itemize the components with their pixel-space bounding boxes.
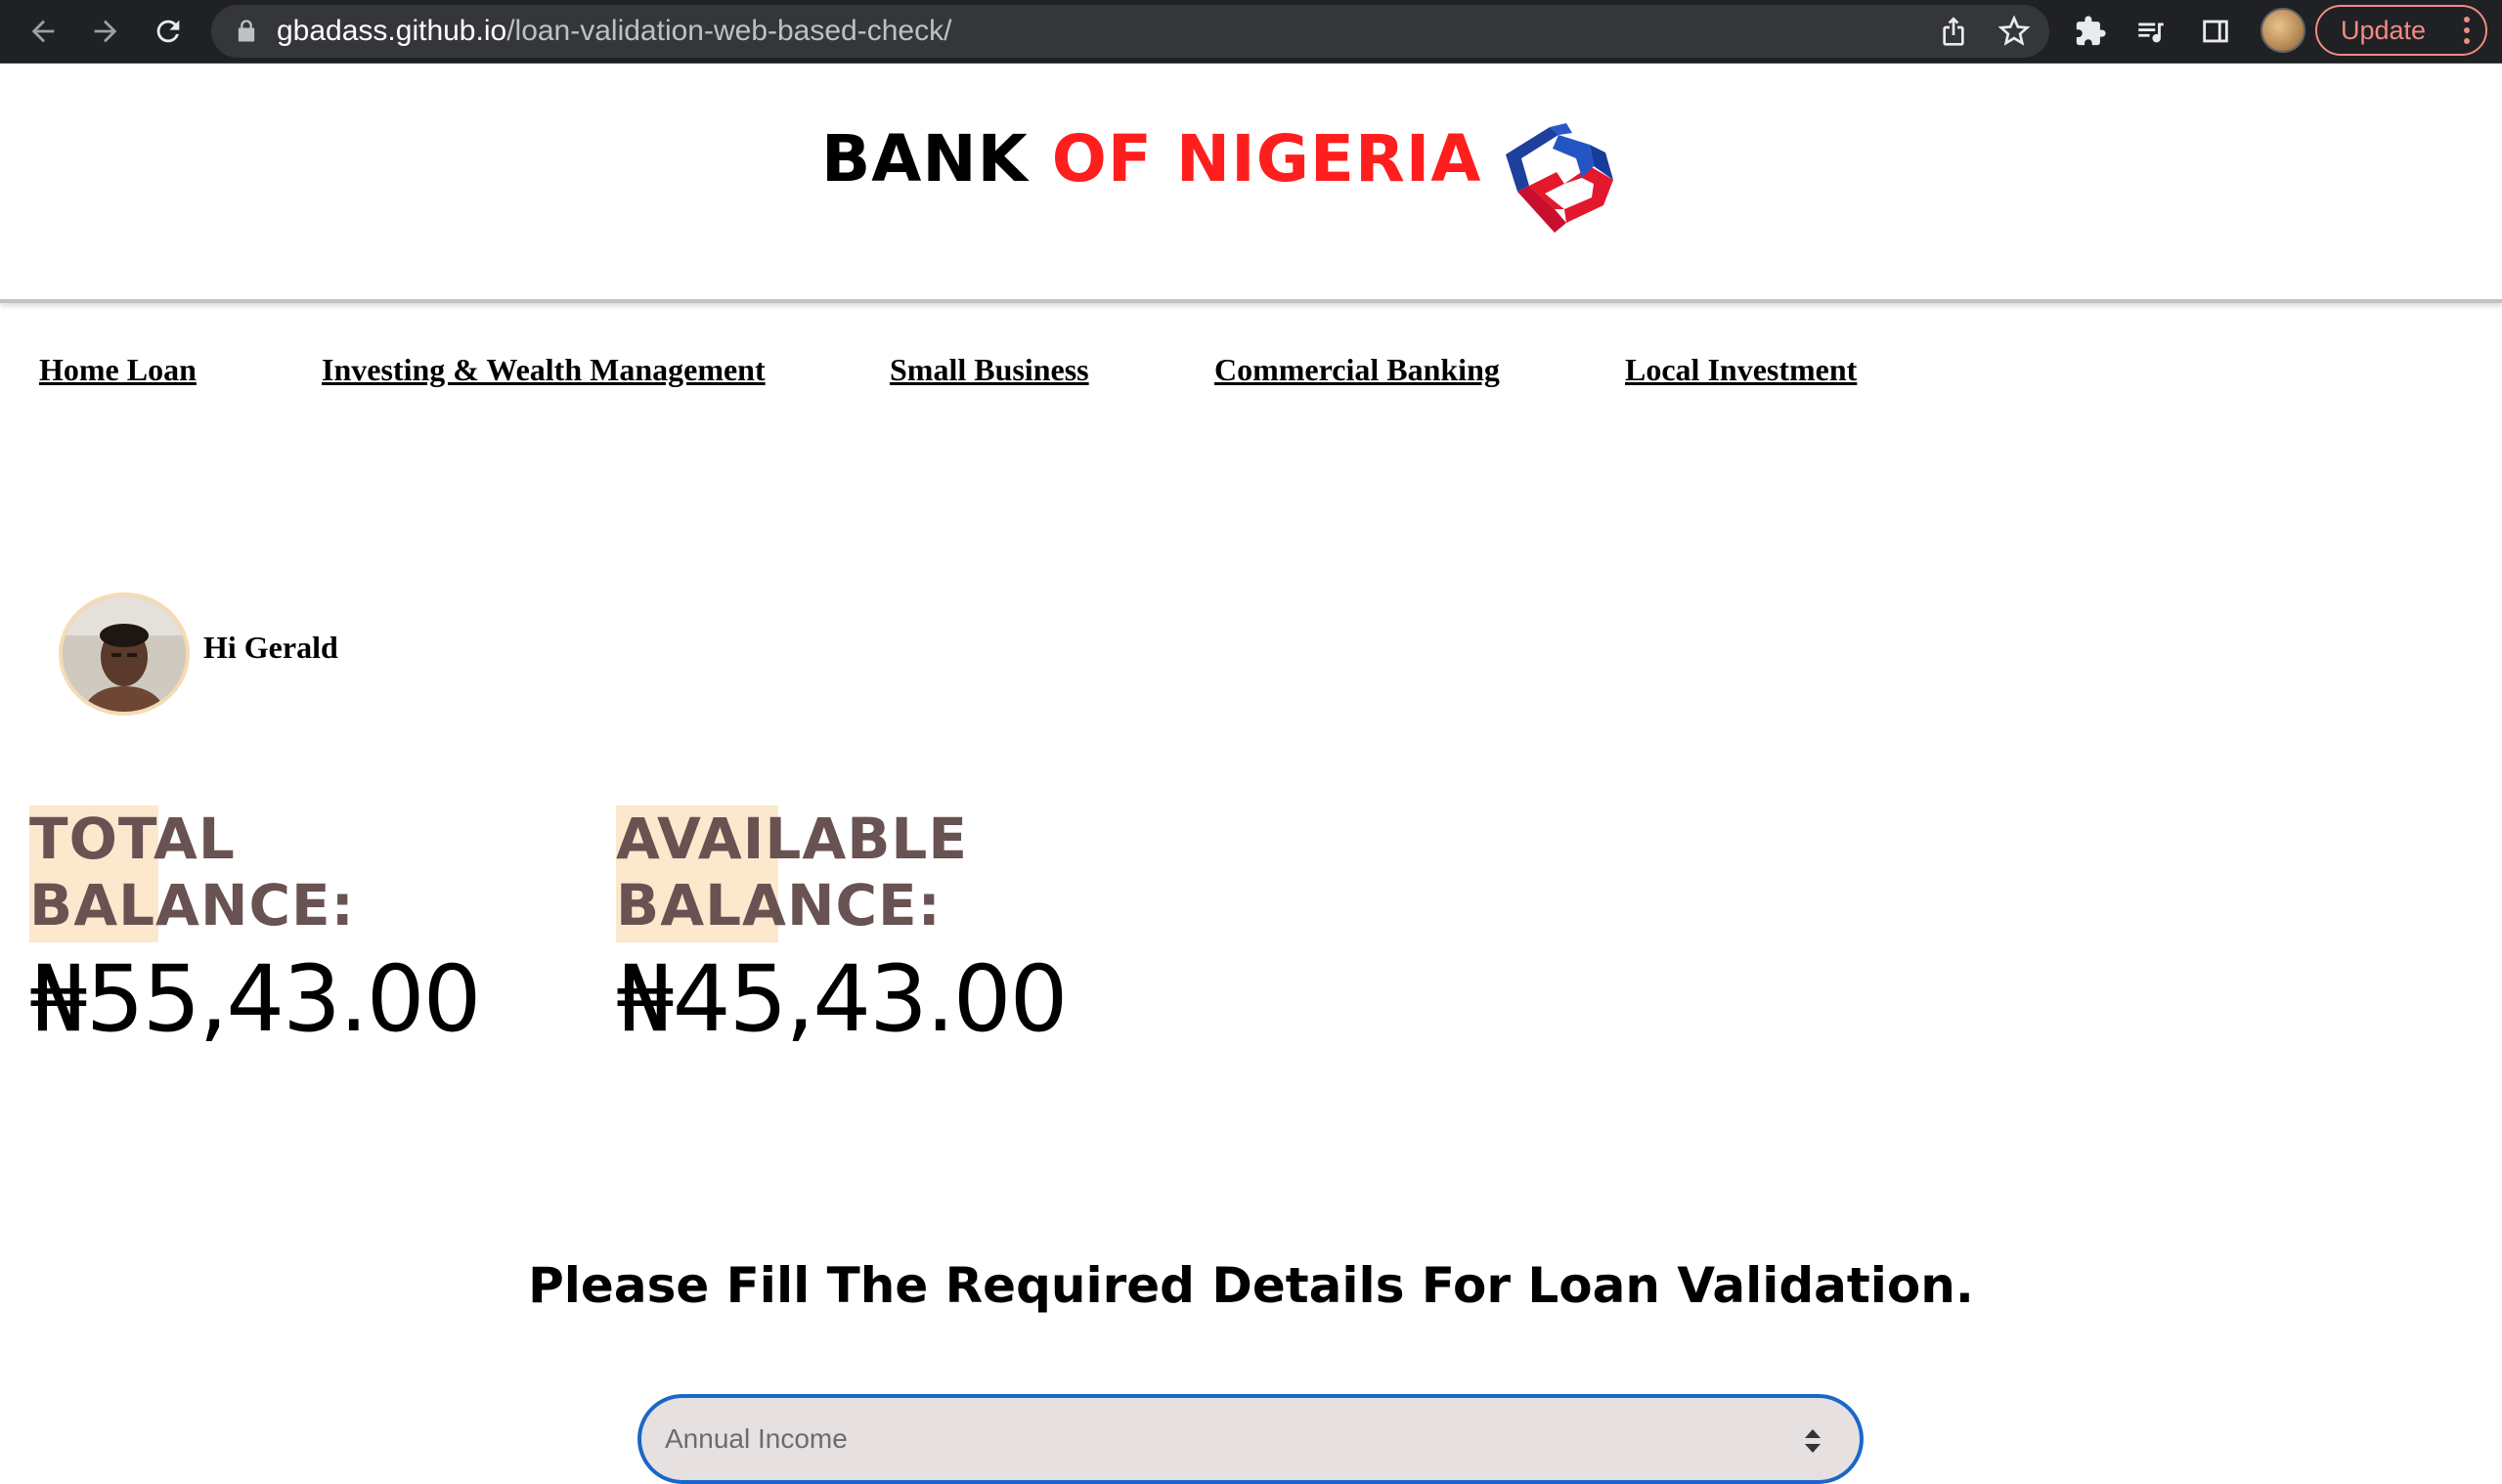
brand-name-part1: BANK (821, 121, 1052, 196)
nav-small-business[interactable]: Small Business (890, 352, 1089, 388)
user-avatar (59, 592, 190, 716)
lock-icon (238, 20, 255, 42)
nav-commercial-banking[interactable]: Commercial Banking (1214, 352, 1500, 388)
side-panel-icon (2203, 20, 2228, 43)
brand-name-part2: OF NIGERIA (1051, 121, 1482, 196)
user-photo-icon (63, 596, 186, 712)
total-balance-card: TOTAL BALANCE: ₦55,43.00 (29, 806, 538, 1053)
nav-home-loan[interactable]: Home Loan (39, 352, 197, 388)
reading-list-button[interactable] (2131, 12, 2171, 51)
available-balance-label: AVAILABLE BALANCE: (616, 806, 1124, 942)
extensions-button[interactable] (2071, 12, 2110, 51)
forward-button[interactable] (86, 12, 125, 51)
url-host: gbadass.github.io (277, 15, 507, 47)
browser-toolbar: gbadass.github.io/loan-validation-web-ba… (0, 0, 2502, 64)
annual-income-field[interactable] (637, 1394, 1864, 1484)
reload-icon (156, 20, 180, 43)
update-button[interactable]: Update (2315, 5, 2487, 56)
nav-local-investment[interactable]: Local Investment (1625, 352, 1857, 388)
reading-list-icon (2138, 22, 2164, 43)
site-nav: Home Loan Investing & Wealth Management … (0, 352, 2502, 405)
url-text: gbadass.github.io/loan-validation-web-ba… (277, 15, 951, 48)
profile-avatar[interactable] (2261, 8, 2305, 53)
number-stepper-icon[interactable] (1801, 1425, 1824, 1457)
available-balance-label-line2: BALANCE: (616, 872, 942, 938)
loan-form-title: Please Fill The Required Details For Loa… (528, 1257, 1974, 1314)
available-balance-label-line1: AVAILABLE (616, 806, 969, 872)
total-balance-label-line2: BALANCE: (29, 872, 355, 938)
nav-investing-wealth-management[interactable]: Investing & Wealth Management (322, 352, 766, 388)
available-balance-card: AVAILABLE BALANCE: ₦45,43.00 (616, 806, 1124, 1053)
bank-logo-icon (1506, 123, 1613, 233)
update-label: Update (2341, 15, 2427, 45)
reload-button[interactable] (149, 12, 188, 51)
star-icon[interactable] (1998, 16, 2030, 47)
share-icon[interactable] (1938, 16, 1969, 47)
puzzle-icon (2076, 16, 2106, 46)
side-panel-button[interactable] (2196, 12, 2235, 51)
total-balance-label-line1: TOTAL (29, 806, 236, 872)
back-button[interactable] (23, 12, 63, 51)
arrow-right-icon (94, 20, 117, 43)
total-balance-amount: ₦55,43.00 (29, 946, 481, 1053)
url-path: /loan-validation-web-based-check/ (506, 15, 952, 47)
total-balance-label: TOTAL BALANCE: (29, 806, 538, 942)
arrow-left-icon (31, 20, 55, 43)
site-header: BANK OF NIGERIA (0, 65, 2502, 303)
address-bar[interactable]: gbadass.github.io/loan-validation-web-ba… (211, 5, 2049, 58)
greeting-text: Hi Gerald (203, 630, 338, 665)
annual-income-input[interactable] (665, 1412, 1779, 1466)
available-balance-amount: ₦45,43.00 (616, 946, 1068, 1053)
brand-title: BANK OF NIGERIA (821, 121, 1481, 196)
vertical-dots-icon (2464, 17, 2470, 44)
